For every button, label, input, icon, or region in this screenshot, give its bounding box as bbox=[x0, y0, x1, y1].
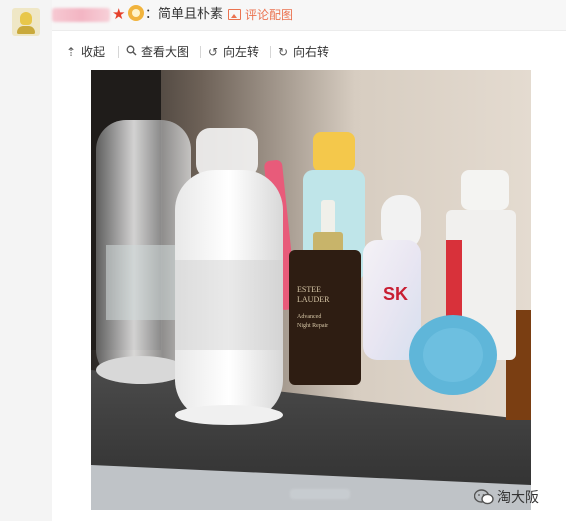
wechat-icon bbox=[474, 489, 494, 505]
comment-header: ★ ：简单且朴素 评论配图 bbox=[52, 0, 566, 31]
watermark-text: 淘大阪 bbox=[497, 490, 539, 506]
rotate-right-label: 向右转 bbox=[293, 45, 330, 59]
rotate-right-button[interactable]: ↻ 向右转 bbox=[278, 42, 329, 62]
view-large-button[interactable]: 查看大图 bbox=[126, 42, 189, 62]
svg-text:LAUDER: LAUDER bbox=[297, 295, 330, 304]
collapse-button[interactable]: ⇡ 收起 bbox=[66, 42, 105, 62]
comment-picture-label: 评论配图 bbox=[245, 8, 294, 22]
gold-medal-icon bbox=[128, 5, 144, 21]
wechat-watermark: 淘大阪 bbox=[474, 486, 564, 510]
magnifier-icon bbox=[126, 42, 138, 62]
comment-text: ：简单且朴素 bbox=[145, 7, 224, 22]
avatar-column bbox=[0, 0, 52, 521]
toolbar-divider bbox=[118, 46, 119, 58]
weibo-comment-page: ★ ：简单且朴素 评论配图 ⇡ 收起 查看大图 ↺ 向左转 ↻ 向右转 SK E… bbox=[0, 0, 566, 521]
svg-text:SK: SK bbox=[383, 284, 408, 304]
rotate-left-button[interactable]: ↺ 向左转 bbox=[208, 42, 259, 62]
comment-photo[interactable]: SK ESTEE LAUDER Advanced Night Repair bbox=[91, 70, 531, 510]
svg-text:Advanced: Advanced bbox=[297, 314, 321, 320]
svg-text:ESTEE: ESTEE bbox=[297, 285, 321, 294]
image-icon bbox=[228, 9, 241, 20]
comment-picture-link[interactable]: 评论配图 bbox=[228, 6, 293, 24]
arrow-up-icon: ⇡ bbox=[66, 45, 77, 59]
red-star-icon: ★ bbox=[112, 5, 126, 23]
collapse-label: 收起 bbox=[81, 45, 106, 59]
toolbar-divider bbox=[270, 46, 271, 58]
toolbar-divider bbox=[200, 46, 201, 58]
avatar[interactable] bbox=[12, 8, 40, 36]
image-toolbar: ⇡ 收起 查看大图 ↺ 向左转 ↻ 向右转 bbox=[52, 42, 566, 62]
skincare-shelf-photo: SK ESTEE LAUDER Advanced Night Repair bbox=[91, 70, 531, 510]
view-large-label: 查看大图 bbox=[141, 45, 190, 59]
rotate-left-icon: ↺ bbox=[208, 45, 219, 59]
rotate-right-icon: ↻ bbox=[278, 45, 289, 59]
username-redacted[interactable] bbox=[52, 8, 110, 22]
svg-text:Night Repair: Night Repair bbox=[297, 323, 328, 329]
rotate-left-label: 向左转 bbox=[223, 45, 260, 59]
photo-credit-redacted bbox=[290, 489, 350, 499]
